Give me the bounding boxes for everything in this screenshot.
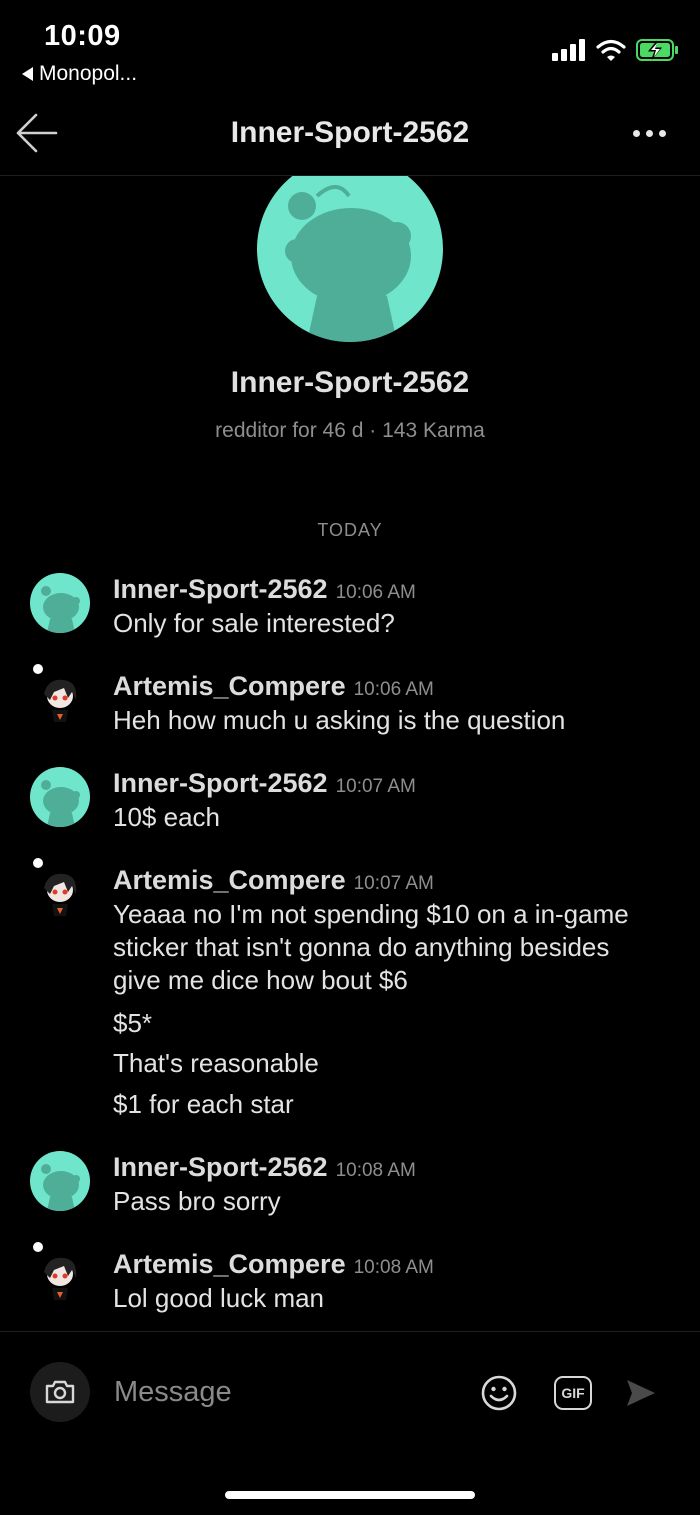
nav-bar: Inner-Sport-2562 xyxy=(0,100,700,176)
back-to-app[interactable]: Monopol... xyxy=(22,62,137,86)
message-text: Yeaaa no I'm not spending $10 on a in-ga… xyxy=(113,899,629,995)
user-avatar[interactable] xyxy=(30,864,90,924)
status-icons xyxy=(552,38,680,62)
wifi-icon xyxy=(596,39,626,61)
message-text: $5* xyxy=(113,1008,153,1038)
anime-avatar-icon xyxy=(44,1257,77,1300)
message-username[interactable]: Inner-Sport-2562 xyxy=(113,1152,328,1183)
snoo-avatar-icon xyxy=(41,586,80,633)
profile-name[interactable]: Inner-Sport-2562 xyxy=(0,366,700,400)
conversation-title: Inner-Sport-2562 xyxy=(230,116,470,149)
online-indicator xyxy=(33,858,43,868)
message-text: 10$ each xyxy=(113,802,220,832)
message-username[interactable]: Artemis_Compere xyxy=(113,1249,346,1280)
home-indicator[interactable] xyxy=(225,1491,475,1499)
message-text: Pass bro sorry xyxy=(113,1186,281,1216)
profile-meta: redditor for 46 d · 143 Karma xyxy=(215,419,485,442)
more-icon[interactable] xyxy=(633,130,666,137)
message-text: That's reasonable xyxy=(113,1048,319,1078)
anime-avatar-icon xyxy=(44,873,77,916)
anime-avatar-icon xyxy=(44,679,77,722)
message-timestamp: 10:06 AM xyxy=(335,582,416,603)
day-divider: TODAY xyxy=(317,520,383,540)
back-app-label: Monopol... xyxy=(39,62,138,85)
user-avatar[interactable] xyxy=(30,1248,90,1308)
message-timestamp: 10:07 AM xyxy=(353,873,434,894)
emoji-icon[interactable] xyxy=(480,1374,518,1412)
message-username[interactable]: Inner-Sport-2562 xyxy=(113,574,328,605)
message-username[interactable]: Inner-Sport-2562 xyxy=(113,768,328,799)
camera-button[interactable] xyxy=(30,1362,90,1422)
message-text: $1 for each star xyxy=(113,1089,294,1119)
gif-button[interactable]: GIF xyxy=(554,1376,592,1410)
camera-icon xyxy=(45,1380,75,1404)
signal-icon xyxy=(552,39,585,61)
message-username[interactable]: Artemis_Compere xyxy=(113,865,346,896)
message-text: Only for sale interested? xyxy=(113,608,395,638)
message-header: Inner-Sport-2562 10:06 AM xyxy=(113,574,416,605)
message-header: Artemis_Compere 10:07 AM xyxy=(113,865,434,896)
message-timestamp: 10:06 AM xyxy=(353,679,434,700)
user-avatar[interactable] xyxy=(30,573,90,633)
battery-icon xyxy=(636,39,678,61)
message-timestamp: 10:08 AM xyxy=(335,1160,416,1181)
message-text: Lol good luck man xyxy=(113,1283,325,1313)
message-input[interactable] xyxy=(114,1372,444,1412)
message-username[interactable]: Artemis_Compere xyxy=(113,671,346,702)
snoo-avatar-icon xyxy=(285,185,411,342)
message-header: Artemis_Compere 10:08 AM xyxy=(113,1249,434,1280)
message-header: Artemis_Compere 10:06 AM xyxy=(113,671,434,702)
online-indicator xyxy=(33,664,43,674)
user-avatar[interactable] xyxy=(30,767,90,827)
message-header: Inner-Sport-2562 10:07 AM xyxy=(113,768,416,799)
send-icon[interactable] xyxy=(624,1376,658,1410)
message-text: Heh how much u asking is the question xyxy=(113,705,566,735)
online-indicator xyxy=(33,1242,43,1252)
profile-avatar[interactable] xyxy=(257,176,443,342)
snoo-avatar-icon xyxy=(41,1164,80,1211)
snoo-avatar-icon xyxy=(41,780,80,827)
user-avatar[interactable] xyxy=(30,670,90,730)
status-time: 10:09 xyxy=(44,20,121,52)
message-header: Inner-Sport-2562 10:08 AM xyxy=(113,1152,416,1183)
message-composer: GIF xyxy=(0,1331,700,1451)
user-avatar[interactable] xyxy=(30,1151,90,1211)
message-timestamp: 10:08 AM xyxy=(353,1257,434,1278)
back-triangle-icon xyxy=(22,67,33,81)
message-timestamp: 10:07 AM xyxy=(335,776,416,797)
